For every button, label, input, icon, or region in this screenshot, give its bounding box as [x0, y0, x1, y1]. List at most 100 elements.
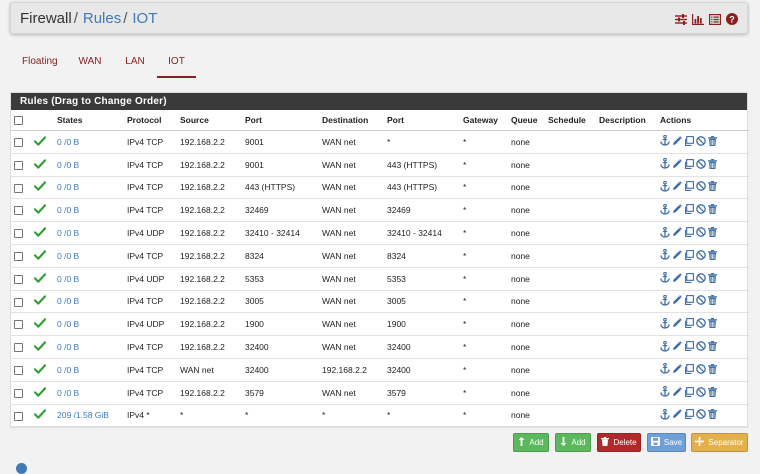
ban-icon[interactable] — [696, 318, 706, 330]
enabled-check-icon[interactable] — [33, 136, 47, 148]
row-select-checkbox[interactable] — [14, 388, 23, 398]
ban-icon[interactable] — [696, 181, 706, 193]
breadcrumb-current[interactable]: IOT — [132, 10, 157, 27]
pencil-icon[interactable] — [672, 386, 682, 399]
pencil-icon[interactable] — [672, 136, 682, 148]
states-link[interactable]: 0 /0 B — [54, 290, 124, 314]
pencil-icon[interactable] — [672, 341, 682, 353]
ban-icon[interactable] — [696, 227, 706, 239]
ban-icon[interactable] — [696, 386, 706, 399]
trash-icon[interactable] — [708, 318, 717, 330]
pencil-icon[interactable] — [672, 181, 682, 193]
select-all-checkbox[interactable] — [14, 116, 23, 126]
table-row[interactable]: 0 /0 B IPv4 TCP 192.168.2.2 9001 WAN net 443 … — [11, 153, 749, 177]
anchor-icon[interactable] — [660, 249, 670, 262]
trash-icon[interactable] — [708, 409, 717, 421]
enabled-check-icon[interactable] — [33, 409, 47, 421]
trash-icon[interactable] — [708, 363, 717, 376]
info-icon[interactable] — [16, 463, 27, 474]
tab-floating[interactable]: Floating — [22, 52, 58, 76]
states-link[interactable]: 0 /0 B — [54, 153, 124, 177]
row-select-checkbox[interactable] — [14, 183, 23, 193]
breadcrumb-section[interactable]: Rules — [83, 10, 121, 27]
pencil-icon[interactable] — [672, 318, 682, 330]
save-button[interactable]: Save — [647, 433, 686, 452]
table-row[interactable]: 0 /0 B IPv4 UDP 192.168.2.2 5353 WAN net 5353… — [11, 267, 749, 291]
copy-icon[interactable] — [684, 341, 694, 353]
table-row[interactable]: 0 /0 B IPv4 TCP 192.168.2.2 32400 WAN net 324… — [11, 335, 749, 359]
tab-iot[interactable]: IOT — [157, 52, 196, 78]
trash-icon[interactable] — [708, 272, 717, 285]
states-link[interactable]: 0 /0 B — [54, 335, 124, 359]
row-select-checkbox[interactable] — [14, 365, 23, 375]
table-row[interactable]: 0 /0 B IPv4 TCP WAN net 32400 192.168.2.2 324… — [11, 358, 749, 382]
table-row[interactable]: 0 /0 B IPv4 TCP 192.168.2.2 32469 WAN net 324… — [11, 198, 749, 223]
ban-icon[interactable] — [696, 341, 706, 353]
ban-icon[interactable] — [696, 204, 706, 216]
anchor-icon[interactable] — [660, 135, 670, 148]
enabled-check-icon[interactable] — [33, 295, 47, 307]
copy-icon[interactable] — [684, 272, 694, 285]
states-link[interactable]: 0 /0 B — [54, 244, 124, 268]
trash-icon[interactable] — [708, 249, 717, 262]
trash-icon[interactable] — [708, 227, 717, 239]
separator-button[interactable]: Separator — [691, 433, 748, 452]
copy-icon[interactable] — [684, 386, 694, 399]
anchor-icon[interactable] — [660, 340, 670, 354]
row-select-checkbox[interactable] — [14, 297, 23, 307]
pencil-icon[interactable] — [672, 409, 682, 421]
copy-icon[interactable] — [684, 409, 694, 421]
ban-icon[interactable] — [696, 364, 706, 376]
ban-icon[interactable] — [696, 272, 706, 285]
states-link[interactable]: 0 /0 B — [54, 267, 124, 291]
row-select-checkbox[interactable] — [14, 206, 23, 216]
row-select-checkbox[interactable] — [14, 252, 23, 261]
pencil-icon[interactable] — [672, 227, 682, 239]
table-row[interactable]: 0 /0 B IPv4 TCP 192.168.2.2 9001 WAN net * * no… — [11, 130, 749, 154]
copy-icon[interactable] — [684, 158, 694, 171]
enabled-check-icon[interactable] — [33, 273, 47, 285]
copy-icon[interactable] — [684, 181, 694, 193]
sliders-icon[interactable] — [675, 12, 687, 30]
list-icon[interactable] — [709, 12, 722, 30]
copy-icon[interactable] — [684, 227, 694, 239]
ban-icon[interactable] — [696, 409, 706, 421]
pencil-icon[interactable] — [672, 295, 682, 307]
row-select-checkbox[interactable] — [14, 274, 23, 284]
anchor-icon[interactable] — [660, 408, 670, 422]
anchor-icon[interactable] — [660, 180, 670, 194]
trash-icon[interactable] — [708, 135, 717, 148]
delete-button[interactable]: Delete — [597, 433, 641, 452]
ban-icon[interactable] — [696, 250, 706, 262]
states-link[interactable]: 0 /0 B — [54, 358, 124, 382]
trash-icon[interactable] — [708, 204, 717, 216]
table-row[interactable]: 209 /1.58 GiB IPv4 * * * * * * none — [11, 404, 749, 428]
states-link[interactable]: 0 /0 B — [54, 381, 124, 405]
table-row[interactable]: 0 /0 B IPv4 TCP 192.168.2.2 443 (HTTPS) WAN … — [11, 176, 749, 200]
enabled-check-icon[interactable] — [33, 387, 47, 399]
anchor-icon[interactable] — [660, 226, 670, 240]
add-top-button[interactable]: Add — [513, 433, 549, 452]
row-select-checkbox[interactable] — [14, 411, 23, 421]
pencil-icon[interactable] — [672, 364, 682, 376]
enabled-check-icon[interactable] — [33, 181, 47, 193]
ban-icon[interactable] — [696, 158, 706, 171]
table-row[interactable]: 0 /0 B IPv4 TCP 192.168.2.2 3005 WAN net 3005… — [11, 290, 749, 314]
anchor-icon[interactable] — [660, 203, 670, 217]
trash-icon[interactable] — [708, 181, 717, 193]
trash-icon[interactable] — [708, 158, 717, 171]
states-link[interactable]: 0 /0 B — [54, 221, 124, 245]
trash-icon[interactable] — [708, 295, 717, 307]
pencil-icon[interactable] — [672, 250, 682, 262]
tab-lan[interactable]: LAN — [124, 52, 146, 76]
ban-icon[interactable] — [696, 295, 706, 307]
tab-wan[interactable]: WAN — [78, 52, 102, 76]
row-select-checkbox[interactable] — [14, 138, 23, 148]
row-select-checkbox[interactable] — [14, 229, 23, 239]
copy-icon[interactable] — [684, 135, 694, 148]
bar-chart-icon[interactable] — [692, 12, 704, 30]
states-link[interactable]: 0 /0 B — [54, 312, 124, 337]
trash-icon[interactable] — [708, 386, 717, 399]
enabled-check-icon[interactable] — [33, 364, 47, 376]
copy-icon[interactable] — [684, 363, 694, 376]
